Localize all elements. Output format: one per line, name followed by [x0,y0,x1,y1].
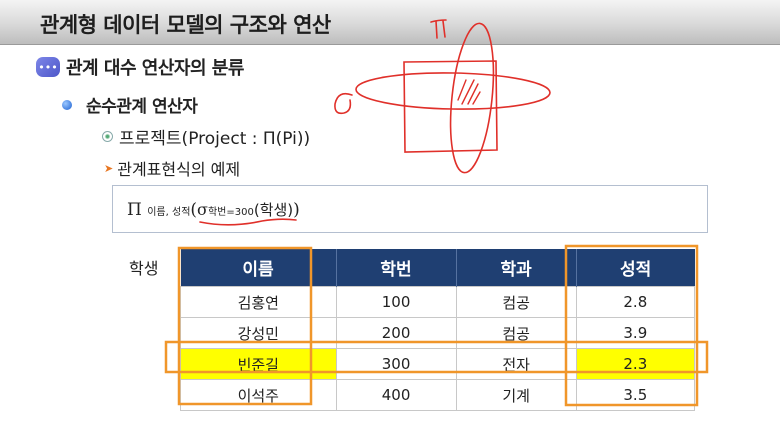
table-row: 김홍연 100 컴공 2.8 [180,286,696,318]
table-row: 이석주 400 기계 3.5 [180,379,696,411]
table-header-row: 이름 학번 학과 성적 [180,249,695,287]
table-row: 강성민 200 컴공 3.9 [180,317,696,349]
pen-rectangle [403,60,498,153]
table-row-highlighted: 빈준길 300 전자 2.3 [180,348,696,380]
circle-bullet-icon [102,131,113,142]
pi-symbol: Π [127,200,142,220]
cell-id: 100 [335,286,457,318]
outline-level4-text: 관계표현식의 예제 [117,160,241,179]
relational-expression: Π 이름, 성적(σ학번=300(학생)) [127,199,300,220]
expression-box: Π 이름, 성적(σ학번=300(학생)) [112,185,708,233]
blue-dot-icon [62,99,72,110]
slide-title: 관계형 데이터 모델의 구조와 연산 [40,13,331,37]
pen-hatch [457,79,481,105]
table-label: 학생 [129,259,159,278]
arrow-bullet-icon: ➤ [104,161,114,175]
column-header-name: 이름 [180,249,337,287]
cell-name: 이석주 [180,379,337,411]
cell-dept: 컴공 [455,286,577,318]
column-header-dept: 학과 [456,249,577,287]
cell-grade: 2.8 [575,286,696,318]
outline-level3: 프로젝트(Project : Π(Pi)) [102,124,310,149]
pen-sigma-mark [334,92,353,115]
cell-name: 빈준길 [180,348,337,380]
cell-grade: 3.5 [575,379,696,411]
relation-name: (학생) [253,201,294,219]
column-header-id: 학번 [336,249,457,287]
outline-level1-text: 관계 대수 연산자의 분류 [66,58,244,79]
sigma-symbol: σ [197,200,208,219]
cell-dept: 전자 [455,348,577,380]
cell-grade: 2.3 [575,348,696,380]
cell-id: 400 [335,379,457,411]
chat-bubble-icon: ••• [36,57,60,77]
outline-level4: ➤ 관계표현식의 예제 [104,156,240,180]
column-header-grade: 성적 [576,249,695,287]
outline-level3-text: 프로젝트(Project : Π(Pi)) [119,129,311,149]
pen-horizontal-ellipse [355,72,551,110]
cell-dept: 컴공 [455,317,577,349]
cell-grade: 3.9 [575,317,696,349]
outline-level2-text: 순수관계 연산자 [86,97,198,117]
outline-level2: 순수관계 연산자 [62,92,198,117]
selection-condition: 학번=300 [207,207,254,218]
cell-dept: 기계 [455,379,577,411]
outline-level1: ••• 관계 대수 연산자의 분류 [36,54,244,80]
cell-name: 강성민 [180,317,337,349]
projection-attributes: 이름, 성적 [147,207,191,218]
cell-id: 300 [335,348,457,380]
cell-id: 200 [335,317,457,349]
title-bar: 관계형 데이터 모델의 구조와 연산 [0,0,780,45]
cell-name: 김홍연 [180,286,337,318]
student-table: 이름 학번 학과 성적 김홍연 100 컴공 2.8 강성민 200 컴공 3.… [180,249,696,411]
close-paren: ) [293,200,300,220]
